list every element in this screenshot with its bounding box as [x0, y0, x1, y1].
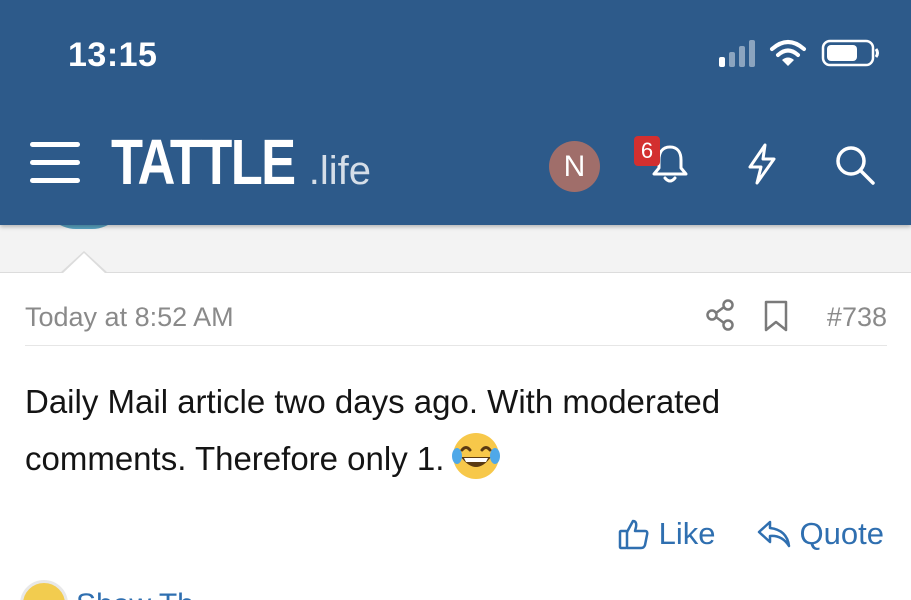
like-label: Like: [658, 516, 716, 551]
notification-badge: 6: [634, 136, 660, 166]
share-icon[interactable]: [705, 298, 735, 332]
wifi-icon: [770, 40, 806, 66]
battery-icon: [821, 39, 879, 67]
status-time: 13:15: [68, 36, 158, 74]
user-avatar[interactable]: N: [549, 141, 600, 192]
status-icons: [719, 38, 881, 68]
quote-label: Quote: [799, 516, 884, 551]
post-actions: Like Quote: [617, 516, 884, 552]
previous-post-edge: [0, 195, 911, 273]
next-post-avatar[interactable]: [20, 580, 68, 600]
site-logo[interactable]: TATTLE .life: [111, 130, 371, 194]
bookmark-icon[interactable]: [763, 299, 789, 333]
face-with-tears-of-joy-icon: [452, 433, 501, 479]
signal-icon: [719, 39, 755, 67]
reply-icon: [757, 520, 790, 548]
quote-button[interactable]: Quote: [756, 516, 884, 552]
logo-sub: .life: [308, 149, 372, 193]
menu-button[interactable]: [30, 140, 80, 186]
post-meta: Today at 8:52 AM #738: [25, 296, 887, 346]
menu-icon: [30, 142, 80, 147]
post-text: Daily Mail article two days ago. With mo…: [25, 383, 721, 477]
post-date[interactable]: Today at 8:52 AM: [25, 302, 234, 333]
bolt-icon[interactable]: [745, 142, 779, 186]
like-button[interactable]: Like: [617, 516, 716, 552]
search-icon[interactable]: [834, 144, 876, 186]
next-post-author[interactable]: Show Th: [76, 588, 194, 600]
thumbs-up-icon: [618, 519, 649, 550]
post-number[interactable]: #738: [827, 302, 887, 333]
app-header: 13:15 TATTLE .life N 6: [0, 0, 911, 225]
logo-main: TATTLE: [111, 126, 296, 198]
post-body: Daily Mail article two days ago. With mo…: [25, 374, 887, 487]
